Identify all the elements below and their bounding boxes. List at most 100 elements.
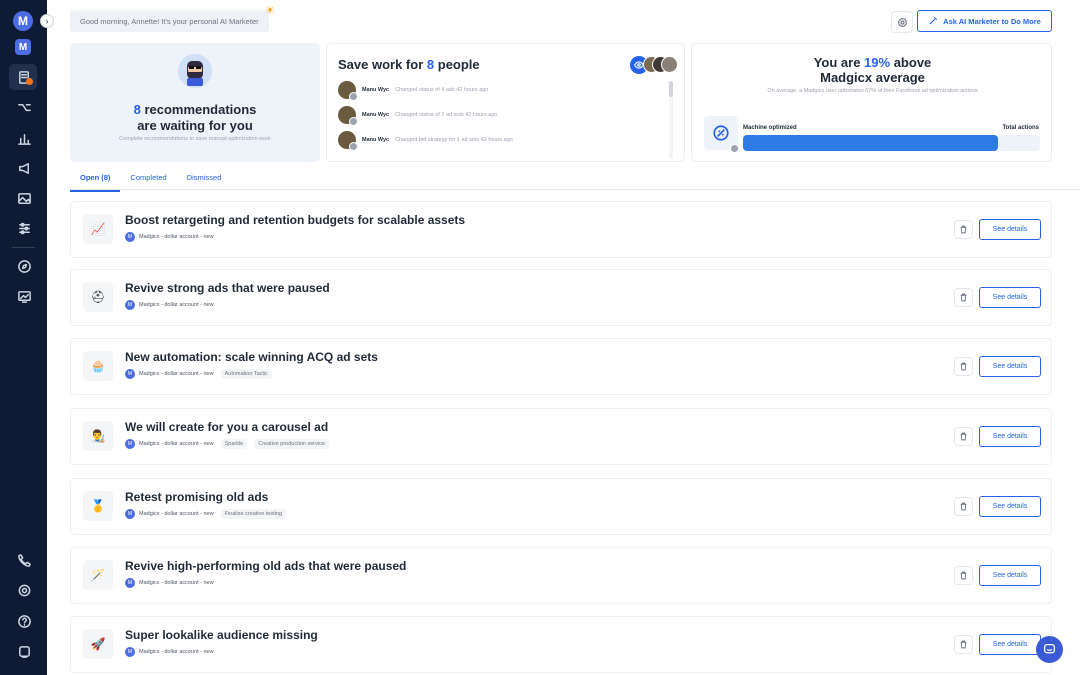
greeting-banner: Good morning, Annette! It's your persona… bbox=[70, 10, 269, 32]
account-name: Madgicx - dollar account - new bbox=[139, 580, 214, 586]
status-dot bbox=[730, 144, 739, 153]
recommendation-title[interactable]: Super lookalike audience missing bbox=[125, 628, 318, 642]
tabs-divider bbox=[70, 189, 1080, 190]
settings-button[interactable] bbox=[891, 11, 913, 33]
see-details-button[interactable]: See details bbox=[979, 287, 1041, 308]
recommendation-meta: M Madgicx - dollar account - new Automatio… bbox=[125, 369, 272, 379]
analytics-icon[interactable] bbox=[14, 128, 34, 148]
help-icon[interactable] bbox=[14, 611, 34, 631]
recommendation-icon: 🪄 bbox=[83, 560, 113, 590]
gear-icon[interactable] bbox=[14, 580, 34, 600]
trash-icon bbox=[960, 502, 967, 511]
activity-user: Manu Wyc bbox=[362, 112, 390, 118]
above-line2: Madgicx average bbox=[820, 70, 925, 85]
workspace-icon[interactable]: M bbox=[15, 39, 31, 55]
recommendation-title[interactable]: Revive high-performing old ads that were… bbox=[125, 559, 406, 573]
see-details-button[interactable]: See details bbox=[979, 634, 1041, 655]
activity-item: Manu Wyc Changed status of 2 ad sets 42 … bbox=[338, 105, 497, 126]
dismiss-button[interactable] bbox=[954, 427, 973, 446]
above-average-subtitle: On average, a Madgicx user automates 67%… bbox=[767, 88, 978, 94]
activity-scrollbar[interactable] bbox=[669, 81, 673, 159]
account-icon: M bbox=[125, 439, 135, 449]
trash-icon bbox=[960, 362, 967, 371]
see-details-button[interactable]: See details bbox=[979, 356, 1041, 377]
account-icon: M bbox=[125, 509, 135, 519]
account-name: Madgicx - dollar account - new bbox=[139, 441, 214, 447]
compass-icon[interactable] bbox=[14, 256, 34, 276]
account-icon: M bbox=[125, 369, 135, 379]
trash-icon bbox=[960, 432, 967, 441]
dismiss-button[interactable] bbox=[954, 288, 973, 307]
recommendation-icon: 🥇 bbox=[83, 491, 113, 521]
account-name: Madgicx - dollar account - new bbox=[139, 649, 214, 655]
account-name: Madgicx - dollar account - new bbox=[139, 511, 214, 517]
recommendation-row[interactable]: 🧁 New automation: scale winning ACQ ad se… bbox=[70, 338, 1052, 395]
account-name: Madgicx - dollar account - new bbox=[139, 371, 214, 377]
recommendations-subtitle: Complete recommendations to save manual … bbox=[119, 136, 271, 142]
madgicx-logo[interactable]: M bbox=[13, 11, 33, 31]
notifications-icon[interactable] bbox=[14, 641, 34, 661]
recommendation-icon: 👨‍🎨 bbox=[83, 421, 113, 451]
recommendations-line2: are waiting for you bbox=[137, 118, 253, 133]
sidebar-divider bbox=[12, 247, 35, 248]
recommendation-row[interactable]: 📈 Boost retargeting and retention budgets… bbox=[70, 201, 1052, 258]
megaphone-icon[interactable] bbox=[14, 158, 34, 178]
trash-icon bbox=[960, 293, 967, 302]
recommendation-meta: M Madgicx - dollar account - new bbox=[125, 232, 214, 242]
activity-item: Manu Wyc Changed bid strategy for 1 ad s… bbox=[338, 130, 513, 151]
recommendation-row[interactable]: 🥇 Retest promising old ads M Madgicx - doll… bbox=[70, 478, 1052, 535]
see-details-button[interactable]: See details bbox=[979, 219, 1041, 240]
recommendation-icon: 🚀 bbox=[83, 629, 113, 659]
account-icon: M bbox=[125, 232, 135, 242]
dismiss-button[interactable] bbox=[954, 220, 973, 239]
recommendation-row[interactable]: 🚀 Super lookalike audience missing M Madgic… bbox=[70, 616, 1052, 673]
save-work-card: Save work for 8 people Manu Wyc Changed … bbox=[326, 43, 685, 162]
see-details-button[interactable]: See details bbox=[979, 565, 1041, 586]
recommendation-meta: M Madgicx - dollar account - new bbox=[125, 578, 214, 588]
recommendation-row[interactable]: 🪄 Revive high-performing old ads that wer… bbox=[70, 547, 1052, 604]
recommendation-meta: M Madgicx - dollar account - new bbox=[125, 647, 214, 657]
trash-icon bbox=[960, 640, 967, 649]
above-suffix: above bbox=[893, 55, 932, 70]
total-actions-label: Total actions bbox=[1002, 125, 1039, 131]
gear-icon bbox=[897, 17, 907, 27]
account-icon: M bbox=[125, 300, 135, 310]
chat-button[interactable] bbox=[1036, 636, 1063, 663]
dismiss-button[interactable] bbox=[954, 635, 973, 654]
ai-marketer-avatar bbox=[178, 54, 212, 88]
recommendation-title[interactable]: We will create for you a carousel ad bbox=[125, 420, 328, 434]
dismiss-button[interactable] bbox=[954, 566, 973, 585]
automation-icon[interactable] bbox=[14, 97, 34, 117]
dismiss-button[interactable] bbox=[954, 497, 973, 516]
dismiss-button[interactable] bbox=[954, 357, 973, 376]
save-work-count: 8 bbox=[426, 57, 435, 72]
recommendation-tag: Sparkle bbox=[220, 439, 248, 449]
user-avatar bbox=[338, 131, 358, 151]
account-name: Madgicx - dollar account - new bbox=[139, 234, 214, 240]
recommendation-title[interactable]: Revive strong ads that were paused bbox=[125, 281, 330, 295]
activity-user: Manu Wyc bbox=[362, 137, 390, 143]
recommendation-row[interactable]: ⛑ Revive strong ads that were paused M Madg… bbox=[70, 269, 1052, 326]
reports-icon[interactable] bbox=[14, 286, 34, 306]
ask-ai-marketer-label: Ask AI Marketer to Do More bbox=[943, 16, 1041, 26]
recommendation-title[interactable]: Retest promising old ads bbox=[125, 490, 268, 504]
recommendation-row[interactable]: 👨‍🎨 We will create for you a carousel ad M… bbox=[70, 408, 1052, 465]
collapse-sidebar-button[interactable]: › bbox=[40, 14, 54, 28]
see-details-button[interactable]: See details bbox=[979, 496, 1041, 517]
activity-text: Changed status of 4 ads 42 hours ago bbox=[395, 87, 489, 93]
recommendation-title[interactable]: New automation: scale winning ACQ ad set… bbox=[125, 350, 378, 364]
see-details-button[interactable]: See details bbox=[979, 426, 1041, 447]
recommendation-tag: Automation Tactic bbox=[220, 369, 272, 379]
above-prefix: You are bbox=[813, 55, 861, 70]
above-average-card: You are 19% above Madgicx average On ave… bbox=[691, 43, 1052, 162]
optimization-progress-bar bbox=[743, 135, 1040, 151]
above-average-title: You are 19% above Madgicx average bbox=[692, 55, 1053, 85]
settings-sliders-icon[interactable] bbox=[14, 218, 34, 238]
recommendation-title[interactable]: Boost retargeting and retention budgets … bbox=[125, 213, 465, 227]
image-icon[interactable] bbox=[14, 188, 34, 208]
recommendation-meta: M Madgicx - dollar account - new Finalize … bbox=[125, 509, 287, 519]
ask-ai-marketer-button[interactable]: Ask AI Marketer to Do More bbox=[917, 10, 1052, 32]
phone-icon[interactable] bbox=[14, 550, 34, 570]
recommendations-count-title: 8 recommendations are waiting for you bbox=[70, 102, 320, 134]
save-work-prefix: Save work for bbox=[338, 57, 424, 72]
